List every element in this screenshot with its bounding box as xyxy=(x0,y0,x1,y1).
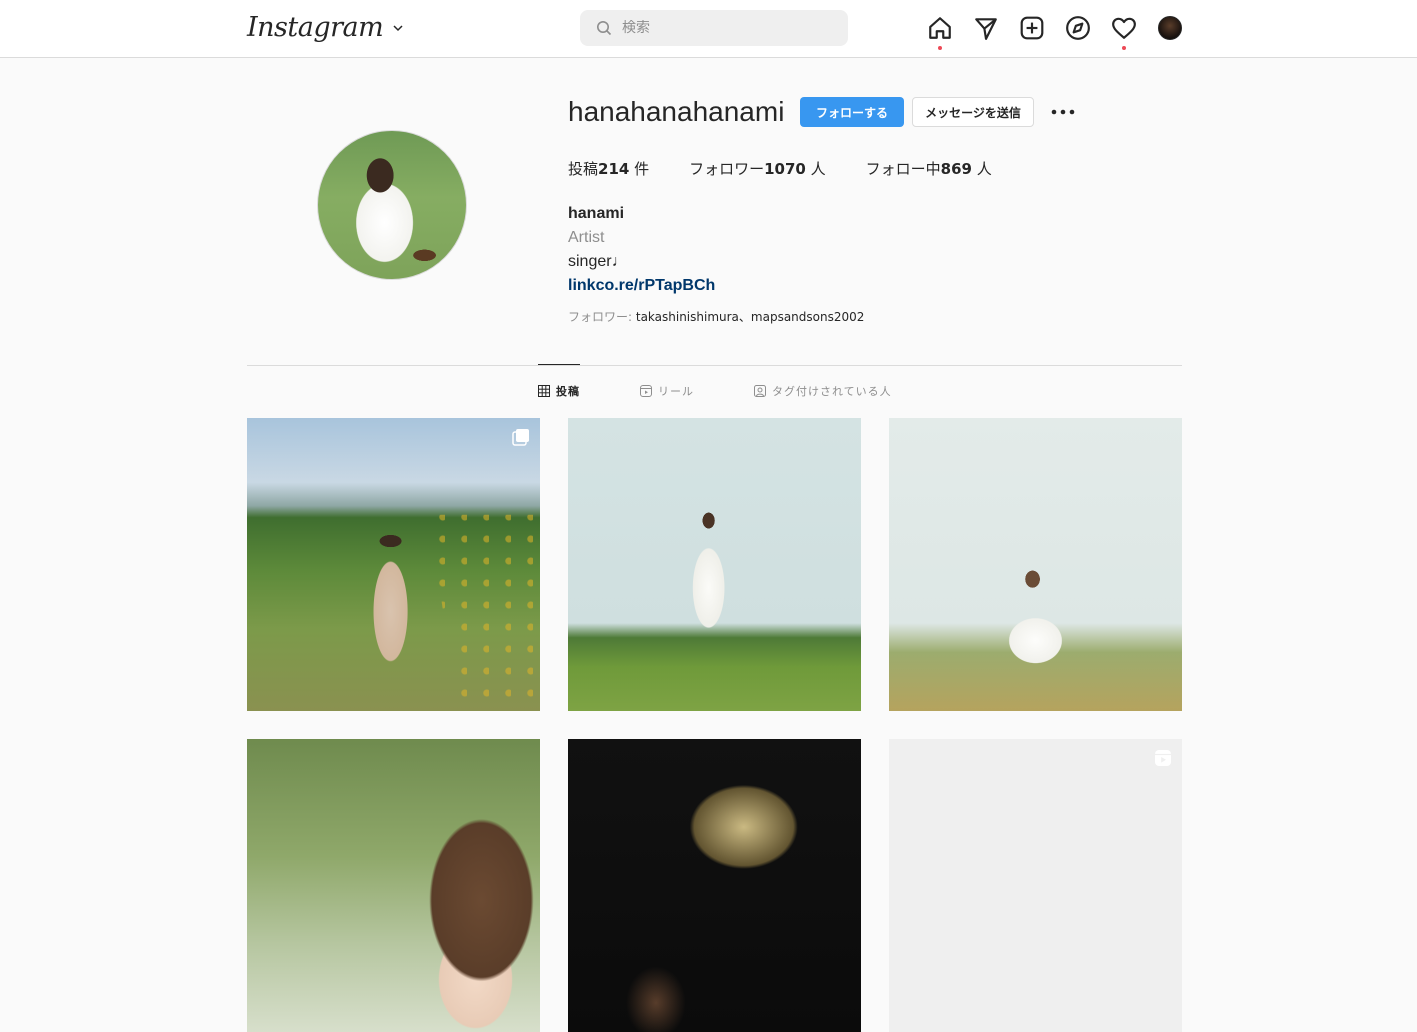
post-tile[interactable] xyxy=(247,418,540,711)
instagram-logo[interactable]: Instagram xyxy=(247,12,405,43)
search-input[interactable] xyxy=(622,20,822,36)
profile-tabs: 投稿 リール タグ付けされている人 xyxy=(538,364,892,416)
tab-posts-label: 投稿 xyxy=(556,384,580,398)
followers-count[interactable]: フォロワー1070 人 xyxy=(689,158,826,179)
posts-count: 投稿214 件 xyxy=(568,158,649,179)
tab-posts[interactable]: 投稿 xyxy=(538,364,580,416)
avatar xyxy=(1158,16,1182,40)
nav-icons xyxy=(926,14,1184,50)
explore-icon xyxy=(1066,16,1090,40)
posts-label: 投稿 xyxy=(568,160,599,178)
bio-link[interactable]: linkco.re/rPTapBCh xyxy=(568,274,715,298)
notification-dot xyxy=(938,46,942,50)
new-post-button[interactable] xyxy=(1018,14,1046,42)
post-tile[interactable] xyxy=(568,739,861,1032)
followed-by[interactable]: フォロワー: takashinishimura、mapsandsons2002 xyxy=(568,308,864,325)
post-tile[interactable] xyxy=(889,739,1182,1032)
top-navigation-bar: Instagram xyxy=(0,0,1417,58)
reels-icon xyxy=(640,384,652,397)
followers-label: フォロワー xyxy=(689,160,765,178)
more-icon xyxy=(1051,109,1075,115)
tab-tagged[interactable]: タグ付けされている人 xyxy=(754,364,892,416)
following-number: 869 xyxy=(940,160,972,178)
followed-by-names[interactable]: takashinishimura、mapsandsons2002 xyxy=(636,310,865,324)
follow-button[interactable]: フォローする xyxy=(800,97,904,127)
followed-by-label: フォロワー: xyxy=(568,310,636,324)
bio-text: singer♩ xyxy=(568,253,628,270)
send-message-button[interactable]: メッセージを送信 xyxy=(912,97,1034,127)
heart-icon xyxy=(1112,17,1136,39)
posts-number: 214 xyxy=(598,160,630,178)
direct-button[interactable] xyxy=(972,14,1000,42)
profile-menu-button[interactable] xyxy=(1156,14,1184,42)
reel-icon xyxy=(1155,750,1171,766)
home-icon xyxy=(929,17,951,39)
following-unit: 人 xyxy=(971,160,992,178)
following-label: フォロー中 xyxy=(865,160,941,178)
display-name: hanami xyxy=(568,205,625,222)
followers-unit: 人 xyxy=(805,160,826,178)
chevron-down-icon[interactable] xyxy=(391,21,405,35)
activity-button[interactable] xyxy=(1110,14,1138,50)
search-box[interactable] xyxy=(580,10,848,46)
tab-reels[interactable]: リール xyxy=(640,364,694,416)
post-tile[interactable] xyxy=(889,418,1182,711)
posts-unit: 件 xyxy=(629,160,650,178)
new-post-icon xyxy=(1020,16,1044,40)
tab-reels-label: リール xyxy=(658,384,694,398)
more-options-button[interactable] xyxy=(1050,100,1076,124)
logo-text: Instagram xyxy=(247,12,384,43)
profile-bio: hanami Artist singer♩ linkco.re/rPTapBCh xyxy=(568,202,715,298)
search-icon xyxy=(597,21,612,36)
profile-stats: 投稿214 件 フォロワー1070 人 フォロー中869 人 xyxy=(568,158,992,179)
direct-icon xyxy=(975,18,997,40)
profile-category: Artist xyxy=(568,229,605,246)
followers-number: 1070 xyxy=(764,160,806,178)
tagged-icon xyxy=(754,384,766,397)
post-grid xyxy=(247,418,1182,1032)
profile-picture[interactable] xyxy=(317,130,467,280)
post-tile[interactable] xyxy=(568,418,861,711)
notification-dot xyxy=(1122,46,1126,50)
explore-button[interactable] xyxy=(1064,14,1092,42)
carousel-icon xyxy=(512,429,529,446)
post-tile[interactable] xyxy=(247,739,540,1032)
following-count[interactable]: フォロー中869 人 xyxy=(866,158,992,179)
grid-icon xyxy=(538,384,550,397)
tab-tagged-label: タグ付けされている人 xyxy=(772,384,892,398)
profile-username: hanahanahanami xyxy=(568,96,785,127)
home-button[interactable] xyxy=(926,14,954,50)
